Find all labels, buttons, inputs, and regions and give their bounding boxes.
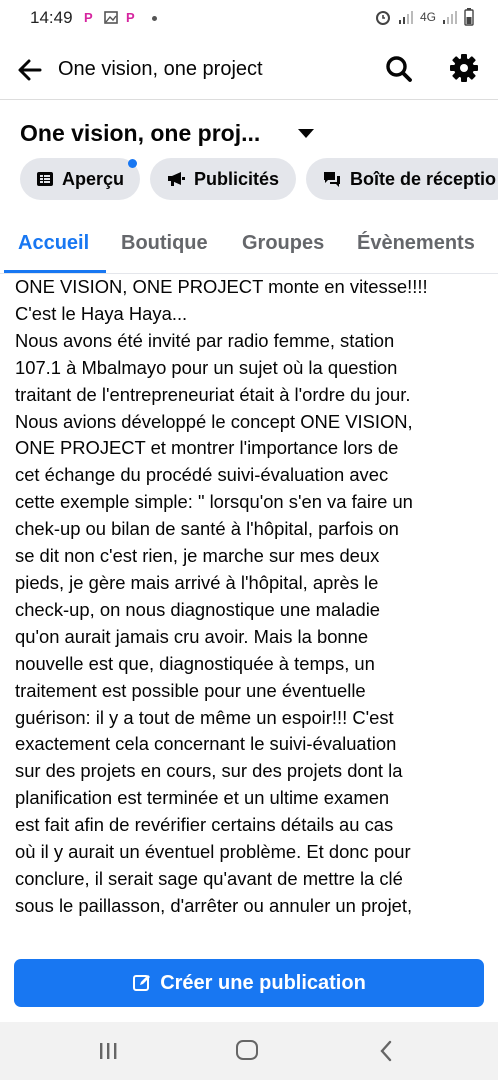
signal-icon-2 — [443, 11, 457, 24]
compose-icon — [133, 975, 151, 991]
tab-shop[interactable]: Boutique — [121, 232, 208, 255]
post-line: 107.1 à Mbalmayo pour un sujet où la que… — [15, 356, 398, 378]
page-name[interactable]: One vision, one proj... — [20, 120, 260, 147]
create-post-label: Créer une publication — [160, 971, 366, 994]
post-line: ONE VISION, ONE PROJECT monte en vitesse… — [15, 276, 428, 297]
app-bar: One vision, one project — [0, 40, 498, 100]
image-icon — [104, 11, 118, 24]
megaphone-icon — [168, 172, 185, 186]
chip-ads[interactable]: Publicités — [150, 158, 296, 200]
post-line: se dit non c'est rien, je marche sur mes… — [15, 545, 380, 567]
back-arrow-icon[interactable] — [14, 54, 46, 86]
status-right: 4G — [374, 8, 474, 26]
overview-icon — [37, 172, 53, 186]
notification-dot — [128, 159, 137, 168]
recent-apps-icon[interactable] — [98, 1042, 118, 1060]
post-line: ONE PROJECT et montrer l'importance lors… — [15, 437, 399, 459]
network-type: 4G — [419, 10, 436, 24]
page-tabs: Accueil Boutique Groupes Évènements — [0, 212, 498, 274]
chip-ads-label: Publicités — [194, 168, 280, 189]
post-line: est fait afin de revérifier certains dét… — [15, 814, 394, 836]
chip-overview-label: Aperçu — [62, 168, 125, 189]
post-line: guérison: il y a tout de même un espoir!… — [15, 706, 394, 728]
header-divider — [0, 99, 498, 100]
tab-home[interactable]: Accueil — [18, 232, 89, 255]
p-icon: P — [84, 10, 93, 25]
post-line: pieds, je gère mais arrivé à l'hôpital, … — [15, 571, 379, 593]
post-line: traitant de l'entrepreneuriat était à l'… — [15, 383, 411, 405]
post-line: nouvelle est que, diagnostiquée à temps,… — [15, 652, 375, 674]
tab-groups[interactable]: Groupes — [242, 232, 324, 255]
post-line: traitement est possible pour une éventue… — [15, 679, 366, 701]
post-text: ONE VISION, ONE PROJECT monte en vitesse… — [15, 274, 485, 942]
battery-icon — [464, 8, 474, 26]
post-line: sur des projets en cours, sur des projet… — [15, 760, 403, 782]
signal-icon — [398, 11, 413, 24]
header-title: One vision, one project — [58, 58, 263, 80]
chip-inbox-label: Boîte de réceptio — [350, 168, 497, 189]
create-post-bar: Créer une publication — [0, 942, 498, 1022]
chip-overview[interactable]: Aperçu — [20, 158, 140, 200]
post-line: où il y aurait un éventuel problème. Et … — [15, 841, 411, 863]
status-bar: 14:49 P P 4G — [0, 0, 498, 36]
post-line: check-up, on nous diagnostique une malad… — [15, 598, 381, 620]
post-line: chek-up ou bilan de santé à l'hôpital, p… — [15, 518, 399, 540]
post-line: cette exemple simple: " lorsqu'on s'en v… — [15, 491, 413, 513]
more-notifications-dot — [152, 16, 157, 21]
post-line: Nous avions développé le concept ONE VIS… — [15, 410, 413, 432]
nav-back-icon[interactable] — [378, 1040, 394, 1062]
inbox-icon — [324, 172, 340, 187]
post-line: Nous avons été invité par radio femme, s… — [15, 329, 395, 351]
status-time: 14:49 — [30, 8, 73, 27]
post-line: C'est le Haya Haya... — [15, 302, 188, 324]
post-line: qu'on aurait jamais cru avoir. Mais la b… — [15, 625, 369, 647]
chip-inbox[interactable]: Boîte de réceptio — [306, 158, 498, 200]
create-post-button[interactable]: Créer une publication — [14, 959, 484, 1007]
search-icon[interactable] — [384, 54, 414, 84]
system-nav-bar — [0, 1022, 498, 1080]
post-line: planification est terminée et un ultime … — [15, 787, 390, 809]
page-switch-caret-icon[interactable] — [298, 129, 314, 138]
post-line: conclure, il serait sage qu'avant de met… — [15, 867, 403, 889]
gear-icon[interactable] — [448, 52, 480, 84]
alarm-icon — [375, 11, 390, 25]
p-icon: P — [126, 10, 135, 25]
post-line: cet échange du procédé suivi-évaluation … — [15, 464, 389, 486]
post-line: exactement cela concernant le suivi-éval… — [15, 733, 397, 755]
post-line: sous le paillasson, d'arrêter ou annuler… — [15, 894, 413, 916]
active-tab-indicator — [4, 270, 106, 273]
tab-events[interactable]: Évènements — [357, 232, 475, 255]
home-icon[interactable] — [236, 1040, 258, 1060]
